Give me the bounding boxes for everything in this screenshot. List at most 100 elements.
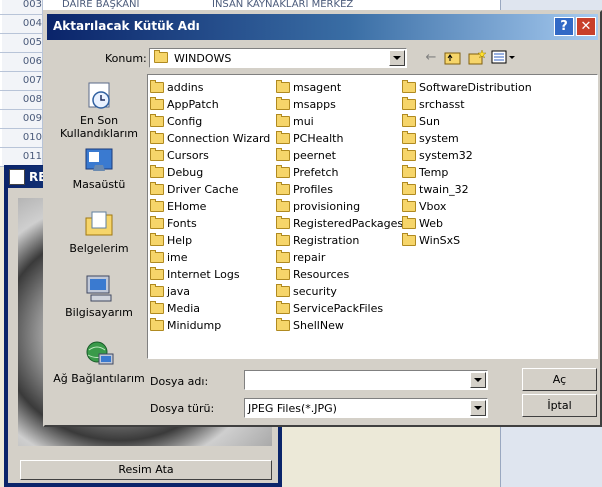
folder-item[interactable]: Sun	[402, 113, 440, 130]
chevron-down-icon[interactable]	[389, 50, 405, 66]
location-combobox[interactable]: WINDOWS	[149, 48, 407, 68]
folder-label: Web	[419, 217, 443, 230]
place-recent[interactable]: En Son Kullandıklarım	[53, 80, 145, 140]
folder-label: addins	[167, 81, 204, 94]
folder-label: ShellNew	[293, 319, 344, 332]
folder-label: Prefetch	[293, 166, 339, 179]
folder-item[interactable]: WinSxS	[402, 232, 460, 249]
folder-icon	[402, 148, 416, 161]
folder-item[interactable]: srchasst	[402, 96, 465, 113]
folder-item[interactable]: peernet	[276, 147, 336, 164]
file-list[interactable]: addins AppPatch Config Connection Wizard Cur…	[147, 74, 598, 359]
folder-item[interactable]: Config	[150, 113, 202, 130]
folder-item[interactable]: twain_32	[402, 181, 469, 198]
up-folder-icon[interactable]	[443, 49, 463, 67]
folder-label: Connection Wizard	[167, 132, 271, 145]
filename-input[interactable]	[244, 370, 488, 390]
folder-label: provisioning	[293, 200, 361, 213]
folder-icon	[402, 114, 416, 127]
row-number: 011	[2, 148, 43, 166]
folder-icon	[150, 250, 164, 263]
place-my-documents[interactable]: Belgelerim	[53, 208, 145, 255]
folder-icon	[402, 80, 416, 93]
folder-item[interactable]: msapps	[276, 96, 336, 113]
folder-icon	[150, 318, 164, 331]
folder-item[interactable]: Profiles	[276, 181, 333, 198]
folder-icon	[402, 233, 416, 246]
chevron-down-icon[interactable]	[470, 400, 486, 416]
place-label: Bilgisayarım	[65, 306, 133, 319]
folder-item[interactable]: Driver Cache	[150, 181, 239, 198]
cancel-button[interactable]: İptal	[522, 394, 597, 417]
folder-label: srchasst	[419, 98, 465, 111]
open-button[interactable]: Aç	[522, 368, 597, 391]
folder-item[interactable]: ime	[150, 249, 188, 266]
folder-icon	[276, 284, 290, 297]
folder-item[interactable]: Internet Logs	[150, 266, 240, 283]
folder-item[interactable]: mui	[276, 113, 314, 130]
folder-item[interactable]: Cursors	[150, 147, 209, 164]
folder-item[interactable]: AppPatch	[150, 96, 219, 113]
folder-item[interactable]: Fonts	[150, 215, 197, 232]
assign-picture-button[interactable]: Resim Ata	[20, 460, 272, 480]
folder-item[interactable]: security	[276, 283, 337, 300]
folder-item[interactable]: EHome	[150, 198, 206, 215]
folder-icon	[150, 182, 164, 195]
folder-item[interactable]: Debug	[150, 164, 203, 181]
folder-item[interactable]: Prefetch	[276, 164, 338, 181]
folder-item[interactable]: provisioning	[276, 198, 360, 215]
folder-item[interactable]: java	[150, 283, 190, 300]
folder-label: msagent	[293, 81, 342, 94]
chevron-down-icon[interactable]	[470, 372, 486, 388]
new-folder-icon[interactable]	[467, 49, 487, 67]
close-button[interactable]: ✕	[576, 17, 596, 36]
folder-label: ServicePackFiles	[293, 302, 384, 315]
folder-icon	[402, 182, 416, 195]
folder-label: Minidump	[167, 319, 222, 332]
folder-item[interactable]: Resources	[276, 266, 349, 283]
recent-documents-icon	[88, 82, 110, 109]
folder-item[interactable]: Registration	[276, 232, 359, 249]
back-arrow-icon[interactable]: ←	[421, 49, 441, 67]
folder-item[interactable]: system32	[402, 147, 473, 164]
row-number: 007	[2, 72, 43, 90]
place-my-computer[interactable]: Bilgisayarım	[53, 272, 145, 319]
folder-item[interactable]: addins	[150, 79, 203, 96]
folder-icon	[150, 233, 164, 246]
places-bar: En Son Kullandıklarım Masaüstü Belgeleri…	[53, 74, 145, 394]
folder-label: ime	[167, 251, 188, 264]
place-network[interactable]: Ağ Bağlantılarım	[53, 338, 145, 385]
folder-item[interactable]: msagent	[276, 79, 341, 96]
view-menu-icon[interactable]	[491, 49, 517, 67]
folder-label: Help	[167, 234, 193, 247]
filetype-select[interactable]: JPEG Files(*.JPG)	[244, 398, 488, 418]
folder-item[interactable]: system	[402, 130, 459, 147]
folder-item[interactable]: PCHealth	[276, 130, 343, 147]
folder-label: EHome	[167, 200, 207, 213]
folder-item[interactable]: Minidump	[150, 317, 221, 334]
folder-item[interactable]: ShellNew	[276, 317, 344, 334]
folder-icon	[402, 165, 416, 178]
folder-icon	[276, 182, 290, 195]
folder-item[interactable]: RegisteredPackages	[276, 215, 403, 232]
folder-label: Debug	[167, 166, 204, 179]
folder-item[interactable]: Vbox	[402, 198, 446, 215]
folder-item[interactable]: repair	[276, 249, 325, 266]
folder-item[interactable]: Temp	[402, 164, 448, 181]
folder-item[interactable]: Media	[150, 300, 200, 317]
folder-item[interactable]: Connection Wizard	[150, 130, 270, 147]
folder-label: system	[419, 132, 459, 145]
dialog-titlebar[interactable]: Aktarılacak Kütük Adı ? ✕	[47, 14, 598, 40]
folder-item[interactable]: SoftwareDistribution	[402, 79, 532, 96]
location-value: WINDOWS	[174, 52, 232, 65]
folder-icon	[402, 199, 416, 212]
folder-label: AppPatch	[167, 98, 219, 111]
folder-item[interactable]: Help	[150, 232, 192, 249]
folder-item[interactable]: ServicePackFiles	[276, 300, 383, 317]
folder-item[interactable]: Web	[402, 215, 443, 232]
place-desktop[interactable]: Masaüstü	[53, 144, 145, 191]
folder-label: SoftwareDistribution	[419, 81, 532, 94]
folder-label: Cursors	[167, 149, 209, 162]
help-button[interactable]: ?	[554, 17, 574, 36]
folder-icon	[276, 114, 290, 127]
